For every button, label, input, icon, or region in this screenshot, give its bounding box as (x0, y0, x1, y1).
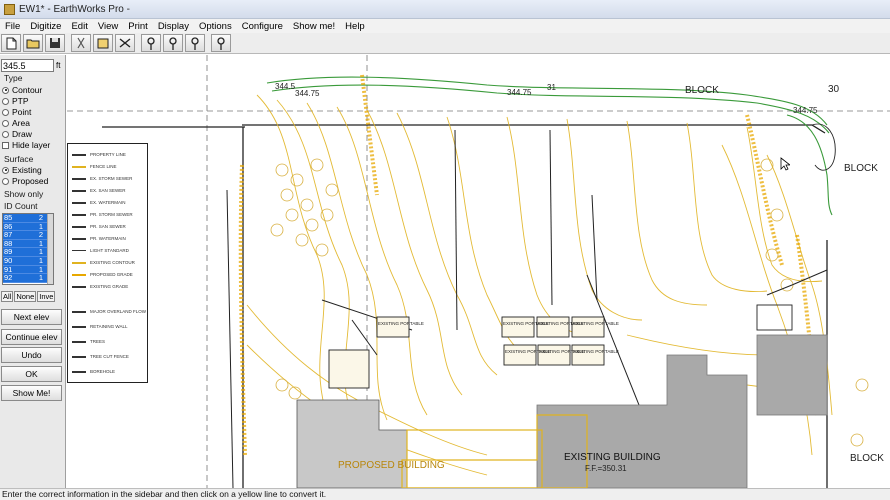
continue-elev-button[interactable]: Continue elev (1, 329, 62, 345)
open-icon[interactable] (23, 34, 43, 52)
legend-entry: EX. WATERMAIN (72, 200, 126, 205)
block-label: BLOCK (844, 163, 878, 174)
surface-existing-radio[interactable]: Existing (2, 165, 42, 175)
elevation-input[interactable] (1, 59, 54, 72)
id-count-list[interactable]: 85 2 86 1 87 2 88 1 89 1 90 1 91 1 92 1 (2, 213, 54, 285)
select-invert-button[interactable]: Inve (37, 291, 56, 302)
legend-entry: FENCE LINE (72, 164, 117, 169)
site-plan-drawing (67, 55, 890, 488)
paste-icon[interactable] (93, 34, 113, 52)
legend-entry: TREE CUT FENCE (72, 354, 129, 359)
legend-entry: LIGHT STANDARD (72, 248, 129, 253)
new-icon[interactable] (1, 34, 21, 52)
finished-floor-label: F.F.=350.31 (585, 464, 627, 473)
toolbar (0, 33, 890, 54)
menu-bar: File Digitize Edit View Print Display Op… (0, 19, 890, 33)
portable-label: EXISTING PORTABLE (573, 321, 619, 326)
window-title: EW1* - EarthWorks Pro - (19, 3, 130, 15)
legend-entry: EX. STORM SEWER (72, 176, 132, 181)
status-bar: Enter the correct information in the sid… (0, 488, 890, 500)
menu-view[interactable]: View (93, 21, 123, 32)
drawing-canvas[interactable]: PROPERTY LINE FENCE LINE EX. STORM SEWER… (67, 55, 890, 488)
legend-entry: TREES (72, 339, 105, 344)
select-none-button[interactable]: None (14, 291, 37, 302)
elevation-label: 344.75 (507, 88, 532, 97)
id-count-header: ID Count (4, 201, 38, 211)
surface-group-label: Surface (4, 154, 34, 164)
app-icon (4, 3, 15, 15)
pin-b-icon[interactable] (163, 34, 183, 52)
hide-layer-checkbox[interactable]: Hide layer (2, 140, 50, 150)
show-me-button[interactable]: Show Me! (1, 385, 62, 401)
elevation-unit: ft (56, 61, 61, 70)
crop-icon[interactable] (115, 34, 135, 52)
legend-entry: PR. SAN SEWER (72, 224, 126, 229)
block-label: BLOCK (685, 85, 719, 96)
menu-configure[interactable]: Configure (237, 21, 288, 32)
ok-button[interactable]: OK (1, 366, 62, 382)
save-icon[interactable] (45, 34, 65, 52)
title-bar: EW1* - EarthWorks Pro - (0, 0, 890, 19)
type-contour-radio[interactable]: Contour (2, 85, 42, 95)
menu-print[interactable]: Print (123, 21, 153, 32)
portable-label: EXISTING PORTABLE (573, 349, 619, 354)
mouse-cursor-icon (780, 157, 790, 171)
grid-number-label: 31 (547, 83, 556, 92)
legend-entry: RETAINING WALL (72, 324, 128, 329)
list-item[interactable]: 92 1 (3, 274, 53, 283)
proposed-building-label: PROPOSED BUILDING (338, 460, 445, 471)
legend-entry: PROPERTY LINE (72, 152, 126, 157)
elevation-label: 344.75 (295, 89, 320, 98)
pin-d-icon[interactable] (211, 34, 231, 52)
legend-entry: EXISTING CONTOUR (72, 260, 135, 265)
menu-help[interactable]: Help (340, 21, 370, 32)
menu-display[interactable]: Display (153, 21, 194, 32)
surface-proposed-radio[interactable]: Proposed (2, 176, 48, 186)
elevation-label: 344.75 (793, 106, 818, 115)
list-scrollbar[interactable] (47, 214, 53, 284)
type-group-label: Type (4, 73, 23, 83)
drawing-legend: PROPERTY LINE FENCE LINE EX. STORM SEWER… (67, 143, 148, 383)
legend-entry: EXISTING GRADE (72, 284, 128, 289)
legend-entry: PR. STORM SEWER (72, 212, 133, 217)
type-ptp-radio[interactable]: PTP (2, 96, 29, 106)
type-draw-radio[interactable]: Draw (2, 129, 32, 139)
select-all-button[interactable]: All (1, 291, 14, 302)
portable-label: EXISTING PORTABLE (378, 321, 424, 326)
legend-entry: EX. SAN SEWER (72, 188, 126, 193)
legend-entry: PROPOSED GRADE (72, 272, 133, 277)
pin-icon[interactable] (141, 34, 161, 52)
undo-button[interactable]: Undo (1, 347, 62, 363)
menu-options[interactable]: Options (194, 21, 237, 32)
legend-entry: MAJOR OVERLAND FLOW (72, 309, 146, 314)
legend-entry: BOREHOLE (72, 369, 115, 374)
menu-show-me[interactable]: Show me! (288, 21, 340, 32)
elevation-label: 344.5 (275, 82, 296, 91)
grid-number-label: 30 (828, 84, 840, 95)
type-point-radio[interactable]: Point (2, 107, 31, 117)
type-area-radio[interactable]: Area (2, 118, 30, 128)
next-elev-button[interactable]: Next elev (1, 309, 62, 325)
pin-c-icon[interactable] (185, 34, 205, 52)
block-label: BLOCK (850, 453, 884, 464)
menu-edit[interactable]: Edit (66, 21, 92, 32)
menu-file[interactable]: File (0, 21, 25, 32)
existing-building-label: EXISTING BUILDING (564, 452, 661, 463)
show-only-label: Show only (4, 189, 44, 199)
selection-buttons: All None Inve (1, 291, 56, 302)
cut-icon[interactable] (71, 34, 91, 52)
legend-entry: PR. WATERMAIN (72, 236, 126, 241)
menu-digitize[interactable]: Digitize (25, 21, 66, 32)
digitize-sidebar: ft Type Contour PTP Point Area Draw Hide… (0, 55, 66, 488)
